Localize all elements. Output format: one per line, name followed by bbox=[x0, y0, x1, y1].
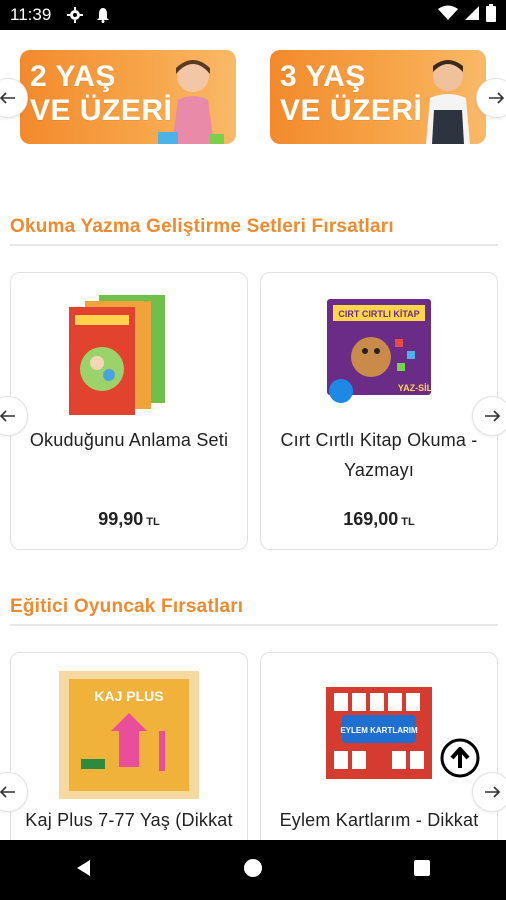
battery-icon bbox=[486, 3, 496, 27]
section-title-reading-writing: Okuma Yazma Geliştirme Setleri Fırsatlar… bbox=[10, 216, 394, 237]
arrow-left-icon bbox=[0, 786, 15, 798]
system-navigation-bar bbox=[0, 840, 506, 900]
section-title-educational-toys: Eğitici Oyuncak Fırsatları bbox=[10, 596, 244, 617]
triangle-back-icon bbox=[77, 859, 91, 876]
notification-bell-icon bbox=[93, 5, 113, 25]
product-title: Kaj Plus 7-77 Yaş (Dikkat Mı Hızı Geçe..… bbox=[25, 810, 233, 830]
product-card[interactable]: CIRT CIRTLI KİTAP YAZ-SİL Cırt Cırtlı Ki… bbox=[260, 272, 498, 550]
arrow-right-icon bbox=[485, 410, 500, 422]
scroll-to-top-button[interactable] bbox=[440, 738, 480, 778]
banner-age-3[interactable]: 3 YAŞ VE ÜZERİ bbox=[270, 50, 486, 144]
banner-line1: 3 YAŞ bbox=[280, 60, 366, 93]
arrow-left-icon bbox=[0, 410, 15, 422]
products-next-button[interactable] bbox=[472, 396, 506, 436]
circle-home-icon bbox=[243, 858, 262, 877]
toys-next-button[interactable] bbox=[472, 772, 506, 812]
banner-line2: VE ÜZERİ bbox=[280, 94, 423, 127]
signal-icon bbox=[464, 5, 480, 26]
square-recents-icon bbox=[413, 859, 430, 876]
banner-age-2[interactable]: 2 YAŞ VE ÜZERİ bbox=[20, 50, 236, 144]
banner-line2: VE ÜZERİ bbox=[30, 94, 173, 127]
recents-button[interactable] bbox=[412, 858, 432, 883]
product-image-book-set bbox=[69, 295, 165, 415]
section-divider bbox=[10, 244, 498, 246]
back-button[interactable] bbox=[74, 858, 94, 883]
svg-text:YAZ-SİL: YAZ-SİL bbox=[398, 383, 433, 393]
svg-text:EYLEM KARTLARIM: EYLEM KARTLARIM bbox=[340, 726, 418, 735]
main-content[interactable]: 2 YAŞ VE ÜZERİ 3 YAŞ VE ÜZERİ Okuma Yazm… bbox=[0, 30, 506, 840]
settings-gear-icon bbox=[65, 5, 85, 25]
arrow-up-circle-icon bbox=[440, 738, 480, 778]
svg-text:KAJ PLUS: KAJ PLUS bbox=[94, 688, 163, 704]
product-card[interactable]: KAJ PLUS Kaj Plus 7-77 Yaş (Dikkat Mı Hı… bbox=[10, 652, 248, 840]
product-image-kaj-plus: KAJ PLUS bbox=[59, 671, 199, 799]
product-title: Cırt Cırtlı Kitap Okuma - Yazmayı bbox=[280, 430, 478, 480]
svg-text:CIRT CIRTLI KİTAP: CIRT CIRTLI KİTAP bbox=[338, 309, 419, 319]
clock: 11:39 bbox=[10, 5, 52, 24]
arrow-left-icon bbox=[0, 92, 15, 104]
banner-line1: 2 YAŞ bbox=[30, 60, 116, 93]
arrow-right-icon bbox=[489, 92, 504, 104]
arrow-right-icon bbox=[485, 786, 500, 798]
product-price: 99,90 TL bbox=[98, 509, 160, 529]
home-button[interactable] bbox=[243, 858, 263, 883]
wifi-icon bbox=[438, 5, 458, 26]
product-title: Eylem Kartlarım - Dikkat Bil Yayın... bbox=[279, 810, 479, 830]
section-divider bbox=[10, 624, 498, 626]
product-image-velcro-book: CIRT CIRTLI KİTAP YAZ-SİL bbox=[327, 299, 433, 403]
child-photo-icon bbox=[158, 60, 224, 144]
child-photo-icon bbox=[426, 60, 470, 144]
product-price: 169,00 TL bbox=[343, 509, 415, 529]
product-image-action-cards: EYLEM KARTLARIM bbox=[326, 687, 432, 779]
product-card[interactable]: Okuduğunu Anlama Seti 99,90 TL bbox=[10, 272, 248, 550]
status-bar: 11:39 bbox=[0, 0, 506, 30]
product-title: Okuduğunu Anlama Seti bbox=[29, 430, 229, 450]
